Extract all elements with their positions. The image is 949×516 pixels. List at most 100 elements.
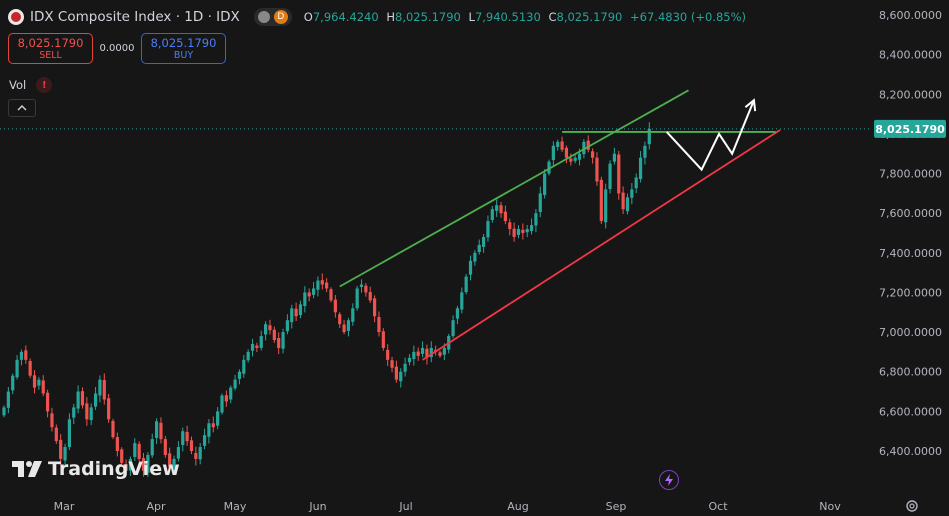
bolt-icon[interactable] (659, 470, 679, 490)
price-tick-label: 6,400.0000 (879, 445, 942, 458)
candle (298, 300, 303, 319)
candle-body (503, 211, 507, 222)
candle (538, 186, 542, 218)
candle-body (233, 379, 237, 389)
candle-body (355, 288, 359, 309)
candle-body (438, 352, 442, 356)
candle-body (176, 447, 180, 459)
candle (150, 433, 154, 458)
candle-body (220, 395, 224, 413)
candle (281, 328, 285, 354)
candle (198, 443, 202, 465)
candle-body (24, 350, 28, 360)
candle (482, 233, 486, 253)
candle (202, 428, 207, 450)
candle-body (89, 407, 93, 421)
candle (486, 215, 490, 242)
candle (468, 255, 473, 281)
candle-body (32, 375, 37, 388)
candle-body (28, 361, 32, 376)
candle-body (516, 229, 521, 235)
candle-body (316, 280, 320, 290)
candle (543, 169, 547, 199)
warning-icon[interactable]: ! (36, 77, 53, 93)
brand-name: TradingView (48, 458, 180, 480)
candle-body (381, 331, 385, 348)
candle-body (390, 360, 394, 368)
candle (416, 347, 420, 361)
candle-body (163, 439, 167, 455)
candle-body (346, 320, 351, 331)
candle-body (634, 177, 638, 189)
candle (625, 193, 630, 215)
candle-body (194, 452, 198, 459)
candle-body (412, 351, 416, 360)
price-chart[interactable]: 8,600.00008,400.00008,200.00008,000.0000… (0, 0, 949, 516)
candle-body (207, 423, 211, 437)
candle (394, 360, 398, 383)
candle-body (229, 387, 233, 400)
candle-body (416, 351, 420, 356)
candle-body (373, 298, 377, 317)
candle (381, 328, 385, 351)
candle-body (211, 423, 215, 428)
candle-body (543, 173, 547, 195)
candle (268, 319, 272, 335)
candle (50, 407, 54, 432)
candle-body (525, 229, 529, 233)
candle (54, 424, 58, 444)
candle (617, 150, 621, 200)
candle-body (604, 189, 608, 223)
candle-body (46, 392, 50, 412)
candle-body (54, 427, 58, 442)
projection-path[interactable] (665, 99, 755, 172)
time-tick-label: Aug (507, 500, 528, 513)
candle-body (50, 413, 54, 428)
candle-body (237, 371, 242, 379)
session-toggle[interactable]: D (253, 8, 292, 26)
candle-body (486, 221, 490, 238)
tradingview-logo[interactable]: TradingView (12, 458, 180, 480)
candle-body (573, 157, 577, 161)
time-axis: Mar Apr May Jun Jul Aug Sep Oct Nov (54, 500, 842, 513)
price-tick-label: 8,400.0000 (879, 49, 942, 62)
lower-channel-line[interactable] (422, 129, 781, 361)
volume-label: Vol (9, 78, 27, 92)
candle-body (551, 145, 555, 161)
candle-body (272, 329, 276, 341)
candle (373, 295, 377, 323)
volume-legend[interactable]: Vol ! (9, 77, 53, 93)
candle (242, 354, 246, 378)
candle (185, 425, 189, 446)
candle-body (638, 157, 643, 180)
candle-body (303, 292, 307, 306)
candle (346, 317, 351, 337)
gear-icon[interactable] (905, 499, 919, 513)
candle-body (37, 379, 41, 386)
candle-body (85, 403, 89, 420)
candle (311, 281, 316, 299)
open-value: 7,964.4240 (312, 10, 379, 24)
collapse-legend-button[interactable] (8, 99, 36, 117)
candle (320, 273, 324, 290)
close-label: C (548, 10, 557, 24)
candle-body (67, 419, 71, 448)
sell-price: 8,025.1790 (17, 35, 84, 50)
candle-body (630, 189, 634, 198)
candle (246, 349, 250, 363)
candle (516, 225, 521, 239)
candle (425, 344, 429, 365)
candle-body (564, 147, 569, 158)
candle (612, 147, 616, 165)
buy-button[interactable]: 8,025.1790 BUY (141, 33, 226, 64)
candle (529, 218, 534, 235)
candle-body (482, 236, 486, 247)
sell-button[interactable]: 8,025.1790 SELL (8, 33, 93, 64)
candle (290, 304, 294, 329)
candle (412, 345, 416, 366)
candle-body (386, 349, 390, 360)
candle-body (281, 332, 285, 349)
candle-body (451, 320, 455, 337)
candle (429, 341, 433, 363)
symbol-title[interactable]: IDX Composite Index · 1D · IDX (30, 9, 240, 25)
